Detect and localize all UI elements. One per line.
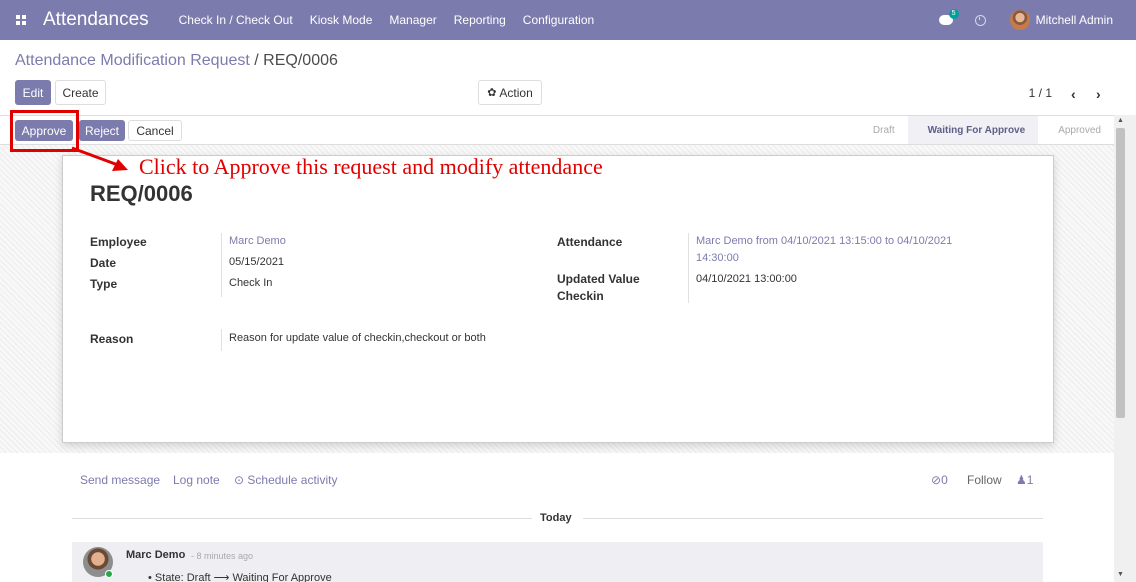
attachments-button[interactable]: ⊘0 [931,473,948,487]
type-value: Check In [229,277,273,289]
apps-menu-icon[interactable] [6,0,36,40]
follow-button[interactable]: Follow [967,473,1002,487]
stage-approved: Approved [1058,124,1101,136]
stage-waiting-for-approve: Waiting For Approve [907,116,1039,144]
send-message-button[interactable]: Send message [80,473,160,487]
date-label: Date [90,256,117,270]
main-menu: Check In / Check Out Kiosk Mode Manager … [179,13,612,27]
menu-configuration[interactable]: Configuration [523,13,594,27]
date-divider-right [583,518,1043,519]
stage-pipeline: Draft Waiting For Approve Approved [853,116,1114,144]
message-author[interactable]: Marc Demo [126,549,185,561]
attachments-count: 0 [941,473,948,487]
date-value: 05/15/2021 [229,256,285,268]
pager-previous-icon[interactable]: ‹ [1071,86,1076,102]
pager-value[interactable]: 1 / 1 [1029,86,1052,100]
followers-count: 1 [1026,473,1034,487]
user-avatar[interactable] [1009,10,1030,30]
cancel-button[interactable]: Cancel [128,120,182,141]
menu-kiosk-mode[interactable]: Kiosk Mode [310,13,373,27]
menu-check-in-out[interactable]: Check In / Check Out [179,13,293,27]
employee-label: Employee [90,235,147,249]
statusbar: Approve Reject Cancel Draft Waiting For … [0,115,1114,145]
log-note-button[interactable]: Log note [173,473,220,487]
edit-button[interactable]: Edit [15,80,51,105]
field-divider [688,233,689,303]
field-divider [221,329,222,351]
attendance-value[interactable]: Marc Demo from 04/10/2021 13:15:00 to 04… [696,235,952,247]
reason-label: Reason [90,332,134,346]
updated-value-label: Updated Value [557,272,640,286]
message-body-text: State: Draft ⟶ Waiting For Approve [154,572,332,582]
user-name[interactable]: Mitchell Admin [1036,13,1113,27]
gear-icon: ✿ [487,87,497,99]
stage-draft: Draft [872,124,895,136]
employee-value[interactable]: Marc Demo [229,235,286,247]
navbar-systray: 5 Mitchell Admin [938,0,1136,40]
top-navbar: Attendances Check In / Check Out Kiosk M… [0,0,1136,40]
action-label: Action [499,85,533,100]
online-status-icon [105,570,113,578]
schedule-activity-label: Schedule activity [247,473,338,487]
scrollbar-thumb[interactable] [1116,128,1125,418]
record-title: REQ/0006 [90,181,193,206]
field-divider [221,233,222,297]
breadcrumb: Attendance Modification Request / REQ/00… [15,52,338,70]
paperclip-icon: ⊘ [931,473,942,487]
chat-icon[interactable]: 5 [938,9,959,25]
scroll-down-icon[interactable]: ▼ [1117,571,1124,578]
annotation-highlight-box [10,110,79,152]
followers-button[interactable]: ♟1 [1016,473,1033,487]
updated-value-label-cont: Checkin [557,289,604,303]
reject-button[interactable]: Reject [79,120,125,141]
activity-clock-icon[interactable] [974,14,986,26]
chat-badge: 5 [948,9,959,19]
attendance-label: Attendance [557,235,623,249]
message-time: - 8 minutes ago [191,551,254,561]
clock-icon: ⊙ [234,473,245,487]
menu-manager[interactable]: Manager [389,13,436,27]
date-separator: Today [540,512,572,524]
create-button[interactable]: Create [55,80,106,105]
annotation-arrow-icon [71,146,128,171]
pager-next-icon[interactable]: › [1096,86,1101,102]
app-title[interactable]: Attendances [43,9,149,31]
annotation-text: Click to Approve this request and modify… [139,154,603,179]
breadcrumb-separator: / [254,52,259,69]
type-label: Type [90,277,118,291]
message-body: • State: Draft ⟶ Waiting For Approve [148,572,332,582]
schedule-activity-button[interactable]: ⊙ Schedule activity [234,473,337,487]
user-icon: ♟ [1016,473,1027,487]
scroll-up-icon[interactable]: ▲ [1117,117,1124,124]
reason-value: Reason for update value of checkin,check… [229,332,486,344]
action-button[interactable]: ✿ Action [478,80,542,105]
attendance-value-cont[interactable]: 14:30:00 [696,252,739,264]
updated-value: 04/10/2021 13:00:00 [696,273,797,285]
date-divider-left [72,518,532,519]
breadcrumb-parent[interactable]: Attendance Modification Request [15,52,250,69]
breadcrumb-current: REQ/0006 [263,52,338,69]
menu-reporting[interactable]: Reporting [454,13,506,27]
